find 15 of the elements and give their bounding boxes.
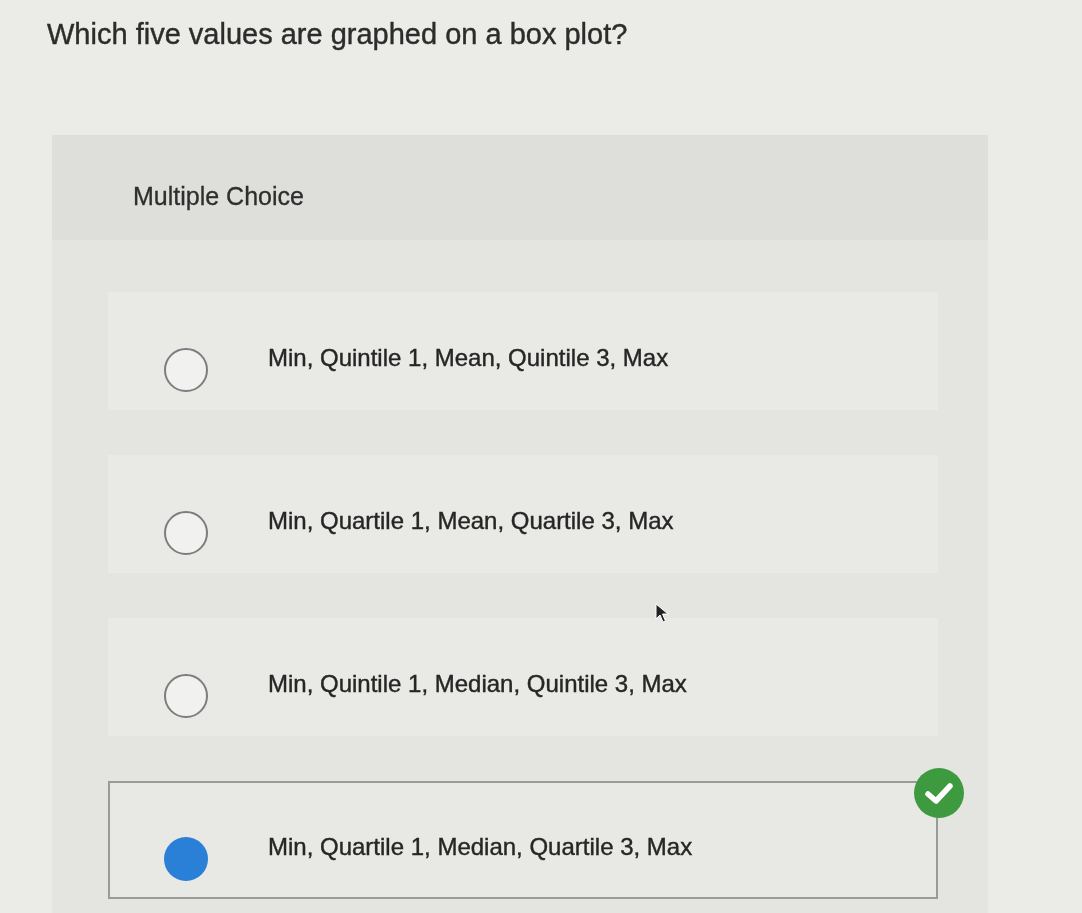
- answer-option[interactable]: Min, Quartile 1, Median, Quartile 3, Max: [108, 781, 938, 899]
- question-text: Which five values are graphed on a box plot?: [47, 17, 628, 52]
- option-text: Min, Quartile 1, Mean, Quartile 3, Max: [268, 506, 674, 536]
- question-type-label: Multiple Choice: [133, 182, 304, 210]
- radio-button[interactable]: [164, 837, 208, 881]
- radio-button[interactable]: [164, 674, 208, 718]
- cursor-icon: [655, 603, 669, 623]
- answer-option[interactable]: Min, Quintile 1, Mean, Quintile 3, Max: [108, 292, 938, 410]
- option-text: Min, Quintile 1, Mean, Quintile 3, Max: [268, 343, 669, 373]
- radio-button[interactable]: [164, 511, 208, 555]
- radio-button[interactable]: [164, 348, 208, 392]
- answer-option[interactable]: Min, Quartile 1, Mean, Quartile 3, Max: [108, 455, 938, 573]
- answer-option[interactable]: Min, Quintile 1, Median, Quintile 3, Max: [108, 618, 938, 736]
- option-text: Min, Quartile 1, Median, Quartile 3, Max: [268, 832, 693, 862]
- option-text: Min, Quintile 1, Median, Quintile 3, Max: [268, 669, 687, 699]
